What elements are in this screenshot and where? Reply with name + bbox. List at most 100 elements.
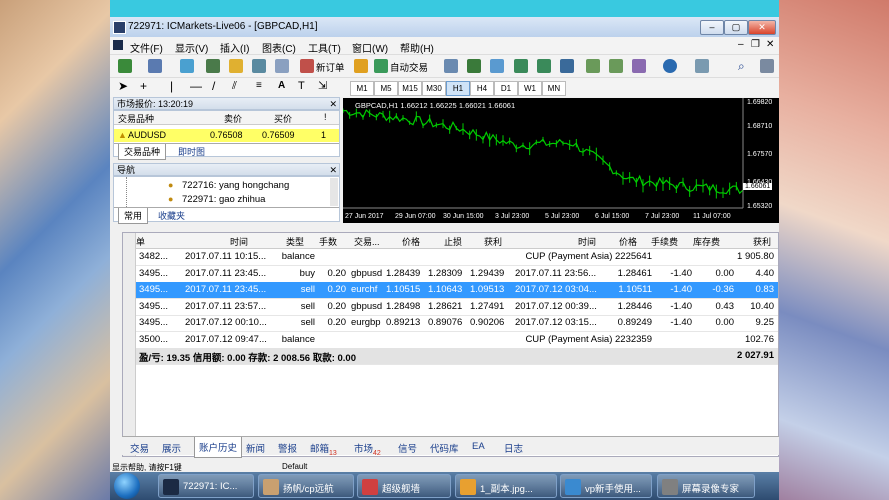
terminal-tab[interactable]: 市场42 [354,441,381,457]
child-close-icon[interactable]: ✕ [766,39,774,50]
data-window-icon[interactable] [206,59,220,73]
terminal-icon[interactable] [252,59,266,73]
chart-window[interactable]: 1.698201.687101.675701.664301.65320 27 J… [343,98,779,223]
terminal-tab[interactable]: EA [472,441,485,452]
horizontal-line-icon[interactable]: — [190,80,204,94]
col-bid[interactable]: 卖价 [224,112,242,125]
terminal-tab[interactable]: 信号 [398,441,417,455]
menu-charts[interactable]: 图表(C) [262,40,296,55]
line-chart-icon[interactable] [490,59,504,73]
auto-trading-icon[interactable] [374,59,388,73]
menu-view[interactable]: 显示(V) [175,40,208,55]
col-lots[interactable]: 手数 [319,235,337,248]
terminal-tab[interactable]: 警报 [278,441,297,455]
templates-icon[interactable] [695,59,709,73]
timeframe-d1[interactable]: D1 [494,81,518,96]
timeframe-h4[interactable]: H4 [470,81,494,96]
terminal-tab[interactable]: 账户历史 [194,437,243,458]
terminal-tab[interactable]: 展示 [162,441,181,455]
chart-shift-icon[interactable] [586,59,600,73]
col-ask[interactable]: 买价 [274,112,292,125]
strategy-tester-icon[interactable] [275,59,289,73]
maximize-button[interactable]: ▢ [724,20,748,35]
history-row[interactable]: 3495... 2017.07.12 00:10... sell 0.20 eurgbp… [123,315,778,332]
community-icon[interactable] [760,59,774,73]
taskbar-item[interactable]: 超级舰墙 [357,474,451,498]
history-row[interactable]: 3495... 2017.07.11 23:45... sell 0.20 eurchf… [123,282,778,299]
cursor-icon[interactable]: ➤ [118,80,132,94]
col-time[interactable]: 时间 [230,235,248,248]
arrows-icon[interactable]: ⇲ [318,80,332,94]
child-minimize-icon[interactable]: – [738,39,744,50]
history-row[interactable]: 3500... 2017.07.12 09:47... balance CUP (Pa… [123,332,778,349]
terminal-tab[interactable]: 交易 [130,441,149,455]
timeframe-m1[interactable]: M1 [350,81,374,96]
periods-icon[interactable] [663,59,677,73]
indicators-icon[interactable] [632,59,646,73]
history-row[interactable]: 3495... 2017.07.11 23:57... sell 0.20 gbpusd… [123,299,778,316]
col-type[interactable]: 类型 [286,235,304,248]
history-row[interactable]: 3495... 2017.07.11 23:45... buy 0.20 gbpusd 1… [123,266,778,283]
col-symbol[interactable]: 交易品种 [118,112,154,125]
bar-chart-icon[interactable] [444,59,458,73]
col-spread[interactable]: ! [324,112,327,122]
account-item[interactable]: 722716: yang hongchang [182,180,289,191]
candlestick-icon[interactable] [467,59,481,73]
autoscroll-icon[interactable] [609,59,623,73]
col-swap[interactable]: 库存费 [693,235,720,248]
timeframe-m5[interactable]: M5 [374,81,398,96]
tile-windows-icon[interactable] [560,59,574,73]
taskbar-item[interactable]: 扬帆/cp远航 [258,474,354,498]
taskbar-item[interactable]: 722971: IC... [158,474,254,498]
terminal-tab[interactable]: 代码库 [430,441,459,455]
col-sl[interactable]: 止损 [444,235,462,248]
timeframe-w1[interactable]: W1 [518,81,542,96]
terminal-tab[interactable]: 邮箱13 [310,441,337,457]
text-label-icon[interactable]: A [278,80,292,94]
timeframe-mn[interactable]: MN [542,81,566,96]
market-watch-icon[interactable] [180,59,194,73]
crosshair-icon[interactable]: + [140,80,154,94]
terminal-tab[interactable]: 新闻 [246,441,265,455]
col-price[interactable]: 价格 [402,235,420,248]
fibonacci-icon[interactable]: ≡ [256,80,270,94]
col-symbol[interactable]: 交易... [354,235,380,248]
navigator-scrollbar[interactable] [330,178,338,206]
taskbar-item[interactable]: 屏幕录像专家 [657,474,755,498]
zoom-out-icon[interactable] [537,59,551,73]
timeframe-m15[interactable]: M15 [398,81,422,96]
market-watch-row[interactable]: ▲ AUDUSD 0.76508 0.76509 1 [114,129,339,142]
navigator-icon[interactable] [229,59,243,73]
profiles-icon[interactable] [148,59,162,73]
text-icon[interactable]: T [298,80,312,94]
col-close-price[interactable]: 价格 [619,235,637,248]
vertical-line-icon[interactable]: | [170,80,184,94]
col-profit[interactable]: 获利 [753,235,771,248]
taskbar-item[interactable]: 1_副本.jpg... [455,474,557,498]
start-button[interactable] [114,473,140,499]
tab-symbols[interactable]: 交易品种 [118,144,167,160]
account-item[interactable]: 722971: gao zhihua [182,194,265,205]
close-button[interactable]: ✕ [748,20,776,35]
minimize-button[interactable]: – [700,20,724,35]
new-order-icon[interactable] [300,59,314,73]
child-window-icon[interactable] [113,40,123,50]
menu-window[interactable]: 窗口(W) [352,40,388,55]
col-close-time[interactable]: 时间 [578,235,596,248]
menu-file[interactable]: 文件(F) [130,40,163,55]
timeframe-m30[interactable]: M30 [422,81,446,96]
search-icon[interactable]: ⌕ [738,59,752,73]
tab-favorites[interactable]: 收藏夹 [158,209,185,222]
terminal-tab[interactable]: 日志 [504,441,523,455]
taskbar-item[interactable]: vp新手使用... [560,474,652,498]
timeframe-h1[interactable]: H1 [446,81,470,96]
col-tp[interactable]: 获利 [484,235,502,248]
zoom-in-icon[interactable] [514,59,528,73]
tab-common[interactable]: 常用 [118,208,149,224]
tab-tick-chart[interactable]: 即时图 [178,145,205,158]
menu-tools[interactable]: 工具(T) [308,40,341,55]
channel-icon[interactable]: ⫽ [232,80,246,94]
menu-help[interactable]: 帮助(H) [400,40,434,55]
col-commission[interactable]: 手续费 [651,235,678,248]
menu-insert[interactable]: 插入(I) [220,40,249,55]
